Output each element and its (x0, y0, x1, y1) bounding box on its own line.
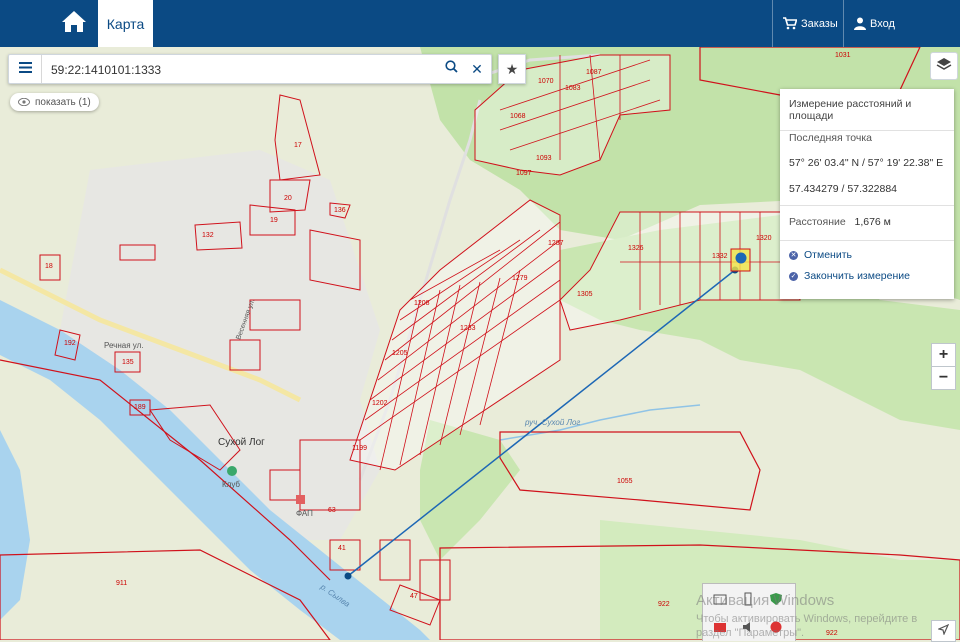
home-icon (61, 9, 87, 38)
label-street-rechnaya: Речная ул. (104, 341, 143, 350)
top-navigation-bar: Карта Заказы Вход (0, 0, 960, 47)
label-17: 17 (294, 142, 302, 149)
panel-title: Измерение расстояний и площади (780, 89, 954, 131)
label-1087: 1087 (586, 69, 602, 76)
show-toggle[interactable]: показать (1) (10, 93, 99, 111)
eye-icon (18, 98, 30, 106)
label-store: Клуб (222, 480, 240, 489)
label-1083: 1083 (565, 85, 581, 92)
label-1070: 1070 (538, 78, 554, 85)
orders-label: Заказы (801, 17, 838, 30)
cadastral-search-bar: ✕ (8, 54, 492, 84)
label-911: 911 (116, 580, 127, 587)
fap-poi-icon (296, 495, 305, 504)
layers-button[interactable] (930, 52, 958, 80)
orders-button[interactable]: Заказы (772, 0, 853, 47)
star-icon: ★ (505, 60, 519, 77)
search-button[interactable] (441, 59, 461, 79)
panel-divider (780, 205, 954, 206)
label-1320: 1320 (756, 235, 772, 242)
club-poi-icon (227, 466, 237, 476)
login-label: Вход (870, 17, 895, 30)
label-1326: 1326 (628, 245, 644, 252)
label-1202: 1202 (372, 400, 388, 407)
measure-end-point (735, 252, 747, 264)
distance-value: 1,676 м (854, 216, 891, 228)
search-input[interactable] (49, 59, 433, 81)
navigation-arrow-icon (937, 622, 950, 640)
search-icon (444, 60, 458, 78)
label-135: 135 (122, 359, 134, 366)
label-19: 19 (270, 217, 278, 224)
lake-west (0, 430, 30, 620)
label-1305: 1305 (577, 291, 593, 298)
tab-map[interactable]: Карта (98, 0, 153, 47)
cancel-icon: ✕ (789, 250, 798, 260)
clear-search-button[interactable]: ✕ (467, 59, 487, 79)
distance-label: Расстояние (789, 216, 846, 228)
windows-activation-title: Активация Windows (696, 592, 835, 609)
label-1068: 1068 (510, 113, 526, 120)
label-1208: 1208 (414, 300, 430, 307)
label-1279: 1279 (512, 275, 528, 282)
finish-measure-button[interactable]: ✓ Закончить измерение (789, 270, 910, 282)
label-fap: ФАП (296, 509, 313, 518)
label-1233: 1233 (460, 325, 476, 332)
panel-divider-2 (780, 240, 954, 241)
label-1199: 1199 (352, 445, 367, 452)
finish-label: Закончить измерение (804, 270, 910, 282)
parcel-1055 (499, 431, 761, 511)
label-192: 192 (64, 340, 76, 347)
label-922: 922 (658, 601, 670, 608)
last-point-dms: 57° 26' 03.4" N / 57° 19' 22.38" E (789, 157, 944, 169)
hamburger-icon (18, 60, 32, 78)
close-icon: ✕ (471, 60, 483, 77)
label-18: 18 (45, 263, 53, 270)
label-47: 47 (410, 593, 418, 600)
label-1332: 1332 (712, 253, 728, 260)
user-icon (854, 17, 866, 30)
label-creek: руч. Сухой Лог (524, 418, 580, 427)
label-1055: 1055 (617, 478, 633, 485)
label-1205: 1205 (392, 350, 408, 357)
label-1097: 1097 (516, 170, 532, 177)
layers-icon (936, 56, 952, 77)
parcel-block-center (349, 199, 561, 471)
zoom-in-button[interactable]: + (931, 343, 956, 367)
favorites-button[interactable]: ★ (498, 54, 526, 84)
label-1287: 1287 (548, 240, 564, 247)
cancel-label: Отменить (804, 249, 852, 261)
cancel-measure-button[interactable]: ✕ Отменить (789, 249, 852, 261)
label-136: 136 (334, 207, 346, 214)
label-1093: 1093 (536, 155, 552, 162)
last-point-decimal: 57.434279 / 57.322884 (789, 183, 898, 195)
menu-button[interactable] (9, 55, 42, 83)
login-button[interactable]: Вход (843, 0, 960, 47)
home-button[interactable] (50, 0, 98, 47)
label-1031: 1031 (835, 52, 851, 59)
label-132: 132 (202, 232, 214, 239)
cart-icon (783, 17, 797, 30)
last-point-label: Последняя точка (789, 132, 873, 144)
check-icon: ✓ (789, 271, 798, 281)
zoom-out-button[interactable]: − (931, 366, 956, 390)
label-41: 41 (338, 545, 346, 552)
label-20: 20 (284, 195, 292, 202)
measurement-panel: Измерение расстояний и площади Последняя… (780, 89, 954, 299)
label-village: Сухой Лог (218, 437, 265, 448)
label-189: 189 (134, 404, 146, 411)
label-63: 63 (328, 507, 336, 514)
measure-start-point (344, 572, 352, 580)
locate-button[interactable] (931, 620, 956, 642)
windows-activation-text: Чтобы активировать Windows, перейдите в … (696, 613, 918, 639)
distance-row: Расстояние 1,676 м (789, 216, 891, 228)
show-toggle-label: показать (1) (35, 96, 91, 108)
